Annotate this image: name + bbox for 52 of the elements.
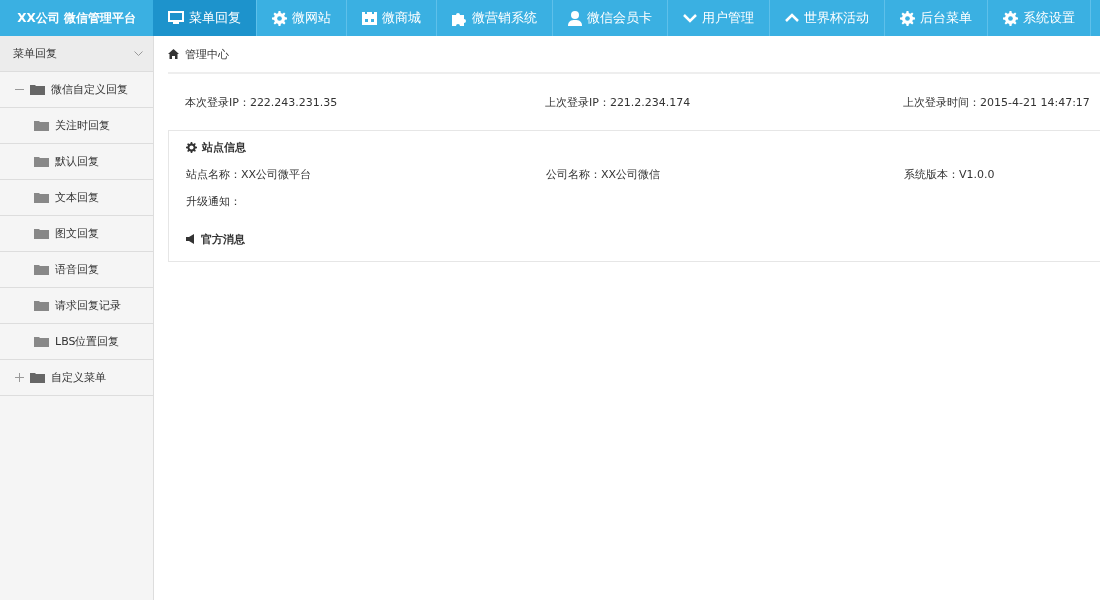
folder-icon <box>34 264 49 275</box>
tree-label: 默认回复 <box>55 154 99 169</box>
castle-icon <box>362 11 377 25</box>
gear-icon <box>1003 10 1018 26</box>
info-field: 升级通知： <box>186 194 546 209</box>
brand-title: XX公司 微信管理平台 <box>16 9 137 27</box>
tree-label: 请求回复记录 <box>55 298 121 313</box>
tree-item[interactable]: 图文回复 <box>0 216 153 252</box>
tree-label: 语音回复 <box>55 262 99 277</box>
sidebar-section-header[interactable]: 菜单回复 <box>0 36 153 72</box>
tree-label: LBS位置回复 <box>55 334 120 349</box>
folder-icon <box>30 84 45 95</box>
info-field: 公司名称：XX公司微信 <box>546 167 904 182</box>
tree-label: 关注时回复 <box>55 118 110 133</box>
tree-item[interactable]: 语音回复 <box>0 252 153 288</box>
tree-item[interactable]: 请求回复记录 <box>0 288 153 324</box>
login-info-text: 上次登录时间：2015-4-21 14:47:17 <box>903 95 1091 110</box>
section-title: 菜单回复 <box>13 46 57 61</box>
breadcrumb: 管理中心 <box>185 46 229 62</box>
folder-icon <box>34 156 49 167</box>
folder-icon <box>34 228 49 239</box>
login-info-text: 上次登录IP：221.2.234.174 <box>545 95 692 110</box>
section-title: 站点信息 <box>202 139 246 155</box>
monitor-icon <box>168 11 184 25</box>
tree-item[interactable]: 关注时回复 <box>0 108 153 144</box>
tree-item[interactable]: 微信自定义回复 <box>0 72 153 108</box>
gear-icon <box>900 10 915 26</box>
chevron-down-icon <box>683 13 697 23</box>
tree-label: 微信自定义回复 <box>51 82 128 97</box>
home-icon <box>168 49 179 59</box>
puzzle-icon <box>452 10 467 26</box>
tree-item[interactable]: LBS位置回复 <box>0 324 153 360</box>
section-title: 官方消息 <box>201 231 245 247</box>
folder-icon <box>34 192 49 203</box>
info-field: 系统版本：V1.0.0 <box>904 167 1083 182</box>
gear-icon <box>186 141 197 153</box>
info-field: 站点名称：XX公司微平台 <box>186 167 546 182</box>
folder-icon <box>30 372 45 383</box>
gear-icon <box>272 10 287 26</box>
tree-item[interactable]: 文本回复 <box>0 180 153 216</box>
folder-icon <box>34 300 49 311</box>
tree-label: 文本回复 <box>55 190 99 205</box>
speaker-icon <box>186 234 196 244</box>
chevron-up-icon <box>785 13 799 23</box>
login-info-text: 本次登录IP：222.243.231.35 <box>185 95 339 110</box>
folder-icon <box>34 336 49 347</box>
tree-item[interactable]: 自定义菜单 <box>0 360 153 396</box>
tree-label: 图文回复 <box>55 226 99 241</box>
tree-label: 自定义菜单 <box>51 370 106 385</box>
user-icon <box>568 10 582 26</box>
folder-icon <box>34 120 49 131</box>
tree-item[interactable]: 默认回复 <box>0 144 153 180</box>
